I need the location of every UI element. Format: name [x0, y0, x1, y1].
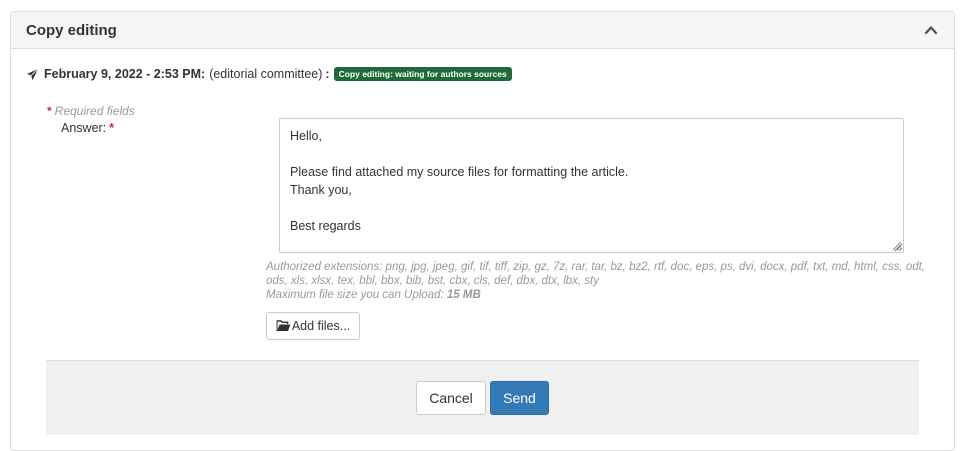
panel-heading[interactable]: Copy editing [11, 12, 954, 49]
add-files-button[interactable]: Add files... [266, 312, 360, 340]
resize-grip-icon[interactable] [891, 240, 902, 251]
copy-editing-panel: Copy editing February 9, 2022 - 2:53 PM:… [10, 11, 955, 451]
history-author: (editorial committee) [209, 67, 323, 81]
required-fields-note: * Required fields [47, 104, 135, 118]
required-star: * [47, 104, 52, 118]
history-date: February 9, 2022 - 2:53 PM: [44, 67, 206, 81]
form-actions-bar: Cancel Send [46, 360, 919, 435]
history-entry: February 9, 2022 - 2:53 PM: (editorial c… [26, 67, 512, 81]
panel-title: Copy editing [26, 22, 117, 39]
answer-label-text: Answer: [61, 121, 107, 135]
required-star: * [109, 121, 115, 135]
max-size-value: 15 MB [446, 289, 481, 301]
max-file-size: Maximum file size you can Upload: 15 MB [266, 288, 926, 302]
paper-plane-icon [26, 68, 39, 80]
answer-textarea[interactable]: Hello, Please find attached my source fi… [279, 118, 904, 253]
history-separator: : [325, 67, 330, 81]
required-note-text: Required fields [54, 104, 135, 118]
chevron-up-icon[interactable] [924, 24, 938, 36]
answer-label: Answer: * [61, 121, 117, 135]
add-files-label: Add files... [291, 319, 351, 333]
cancel-button[interactable]: Cancel [416, 381, 486, 415]
status-badge: Copy editing: waiting for authors source… [333, 67, 512, 81]
folder-open-icon [276, 320, 291, 331]
send-button[interactable]: Send [490, 381, 549, 415]
authorized-extensions: Authorized extensions: png, jpg, jpeg, g… [266, 261, 925, 287]
max-size-label: Maximum file size you can Upload: [266, 289, 444, 301]
upload-help-text: Authorized extensions: png, jpg, jpeg, g… [266, 260, 926, 302]
